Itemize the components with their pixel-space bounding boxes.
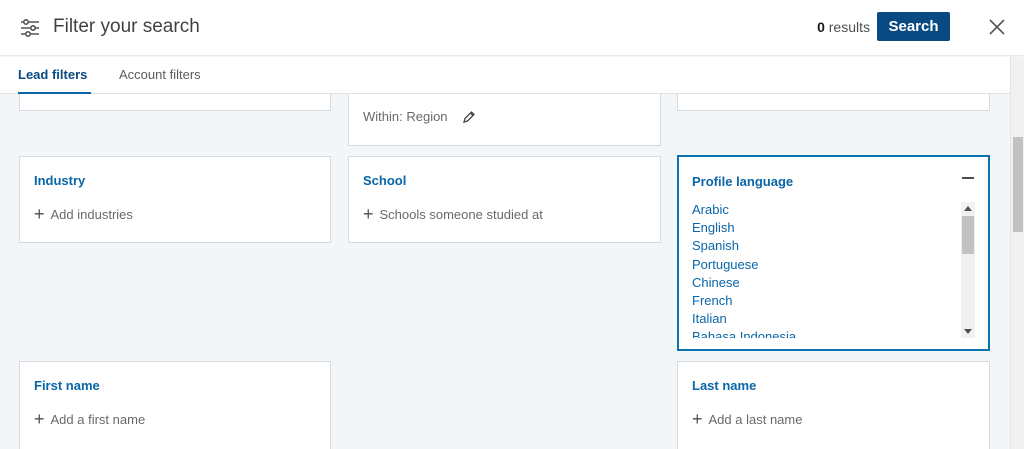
language-list-scrollbar[interactable] bbox=[961, 202, 975, 338]
school-filter-card: School + Schools someone studied at bbox=[348, 156, 661, 243]
filter-tabs: Lead filters Account filters bbox=[0, 57, 1010, 94]
profile-language-label: Profile language bbox=[692, 174, 794, 189]
add-school-text: Schools someone studied at bbox=[379, 207, 543, 222]
language-list: Arabic English Spanish Portuguese Chines… bbox=[692, 201, 977, 338]
language-option[interactable]: Chinese bbox=[692, 274, 977, 292]
language-option[interactable]: Spanish bbox=[692, 237, 977, 255]
geography-filter-card: Within: Region bbox=[348, 94, 661, 146]
results-label: results bbox=[828, 19, 870, 35]
tab-account-filters[interactable]: Account filters bbox=[119, 67, 201, 94]
collapse-icon[interactable] bbox=[962, 177, 974, 179]
plus-icon: + bbox=[34, 204, 45, 224]
add-industries-text: Add industries bbox=[50, 207, 133, 222]
plus-icon: + bbox=[34, 409, 45, 429]
first-name-label: First name bbox=[34, 378, 100, 393]
school-label: School bbox=[363, 173, 407, 188]
page-scrollbar-thumb[interactable] bbox=[1013, 137, 1023, 232]
filter-card-partial bbox=[19, 94, 331, 111]
add-last-name-text: Add a last name bbox=[708, 412, 803, 427]
industry-label: Industry bbox=[34, 173, 86, 188]
scroll-up-arrow-icon[interactable] bbox=[964, 206, 972, 211]
last-name-filter-card: Last name + Add a last name bbox=[677, 361, 990, 449]
plus-icon: + bbox=[692, 409, 703, 429]
add-school-button[interactable]: + Schools someone studied at bbox=[363, 204, 543, 224]
language-option[interactable]: Portuguese bbox=[692, 256, 977, 274]
language-option[interactable]: English bbox=[692, 219, 977, 237]
last-name-label: Last name bbox=[692, 378, 757, 393]
close-icon[interactable] bbox=[988, 18, 1006, 36]
page-scrollbar[interactable] bbox=[1010, 57, 1024, 449]
language-option[interactable]: Arabic bbox=[692, 201, 977, 219]
plus-icon: + bbox=[363, 204, 374, 224]
profile-language-filter-card: Profile language Arabic English Spanish … bbox=[677, 155, 990, 351]
language-option[interactable]: French bbox=[692, 292, 977, 310]
language-option[interactable]: Bahasa Indonesia bbox=[692, 328, 977, 338]
region-selector[interactable]: Within: Region bbox=[363, 109, 476, 124]
scroll-down-arrow-icon[interactable] bbox=[964, 329, 972, 334]
language-option[interactable]: Italian bbox=[692, 310, 977, 328]
search-button[interactable]: Search bbox=[877, 12, 950, 41]
add-industries-button[interactable]: + Add industries bbox=[34, 204, 133, 224]
filter-card-partial bbox=[677, 94, 990, 111]
page-title: Filter your search bbox=[53, 16, 200, 37]
results-count: 0 results bbox=[817, 19, 870, 35]
filter-header: Filter your search 0 results Search bbox=[0, 0, 1024, 56]
sliders-icon bbox=[21, 18, 39, 38]
first-name-filter-card: First name + Add a first name bbox=[19, 361, 331, 449]
industry-filter-card: Industry + Add industries bbox=[19, 156, 331, 243]
results-number: 0 bbox=[817, 19, 825, 35]
add-last-name-button[interactable]: + Add a last name bbox=[692, 409, 803, 429]
add-first-name-button[interactable]: + Add a first name bbox=[34, 409, 146, 429]
add-first-name-text: Add a first name bbox=[50, 412, 146, 427]
tab-lead-filters[interactable]: Lead filters bbox=[18, 67, 91, 94]
region-label: Within: Region bbox=[363, 109, 448, 124]
language-list-scrollbar-thumb[interactable] bbox=[962, 216, 974, 254]
pencil-icon[interactable] bbox=[462, 110, 476, 124]
